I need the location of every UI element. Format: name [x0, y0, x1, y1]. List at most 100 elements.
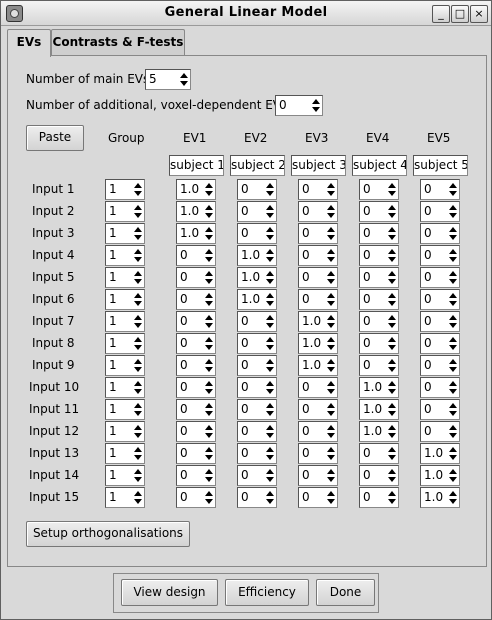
spinner-arrows-icon[interactable]: [448, 291, 458, 308]
ev-value-spinbox[interactable]: 1.0: [359, 421, 399, 442]
spinner-arrows-icon[interactable]: [326, 357, 336, 374]
spinner-arrows-icon[interactable]: [448, 313, 458, 330]
view-design-button[interactable]: View design: [121, 579, 218, 606]
ev-value-spinbox[interactable]: 1.0: [298, 311, 338, 332]
ev-name-field[interactable]: subject 3: [291, 155, 346, 176]
spinner-arrows-icon[interactable]: [133, 313, 143, 330]
group-spinbox[interactable]: 1: [105, 465, 145, 486]
ev-value-spinbox[interactable]: 1.0: [237, 245, 277, 266]
additional-evs-spinbox[interactable]: 0: [275, 95, 323, 116]
spinner-arrows-icon[interactable]: [387, 489, 397, 506]
ev-value-spinbox[interactable]: 0: [237, 179, 277, 200]
spinner-arrows-icon[interactable]: [265, 379, 275, 396]
ev-value-spinbox[interactable]: 0: [359, 355, 399, 376]
spinner-arrows-icon[interactable]: [448, 445, 458, 462]
ev-value-spinbox[interactable]: 0: [176, 421, 216, 442]
spinner-arrows-icon[interactable]: [265, 445, 275, 462]
spinner-arrows-icon[interactable]: [265, 357, 275, 374]
ev-value-spinbox[interactable]: 0: [359, 443, 399, 464]
ev-value-spinbox[interactable]: 1.0: [176, 223, 216, 244]
spinner-arrows-icon[interactable]: [448, 379, 458, 396]
title-bar[interactable]: General Linear Model _ □ ×: [1, 1, 491, 26]
spinner-arrows-icon[interactable]: [326, 489, 336, 506]
spinner-arrows-icon[interactable]: [133, 357, 143, 374]
ev-value-spinbox[interactable]: 0: [298, 223, 338, 244]
spinner-arrows-icon[interactable]: [448, 467, 458, 484]
ev-value-spinbox[interactable]: 0: [237, 311, 277, 332]
spinner-arrows-icon[interactable]: [204, 313, 214, 330]
ev-value-spinbox[interactable]: 0: [298, 465, 338, 486]
ev-value-spinbox[interactable]: 0: [359, 267, 399, 288]
ev-value-spinbox[interactable]: 0: [298, 421, 338, 442]
ev-value-spinbox[interactable]: 0: [237, 223, 277, 244]
spinner-arrows-icon[interactable]: [448, 225, 458, 242]
ev-value-spinbox[interactable]: 0: [298, 289, 338, 310]
ev-value-spinbox[interactable]: 0: [359, 201, 399, 222]
spinner-arrows-icon[interactable]: [133, 445, 143, 462]
spinner-arrows-icon[interactable]: [179, 71, 189, 88]
ev-name-field[interactable]: subject 2: [230, 155, 285, 176]
spinner-arrows-icon[interactable]: [204, 225, 214, 242]
ev-value-spinbox[interactable]: 0: [237, 355, 277, 376]
spinner-arrows-icon[interactable]: [387, 181, 397, 198]
spinner-arrows-icon[interactable]: [133, 203, 143, 220]
ev-name-field[interactable]: subject 4: [352, 155, 407, 176]
spinner-arrows-icon[interactable]: [265, 313, 275, 330]
ev-value-spinbox[interactable]: 0: [176, 333, 216, 354]
spinner-arrows-icon[interactable]: [387, 423, 397, 440]
spinner-arrows-icon[interactable]: [265, 401, 275, 418]
setup-orthogonalisations-button[interactable]: Setup orthogonalisations: [26, 521, 190, 547]
ev-value-spinbox[interactable]: 0: [359, 289, 399, 310]
spinner-arrows-icon[interactable]: [387, 313, 397, 330]
group-spinbox[interactable]: 1: [105, 421, 145, 442]
spinner-arrows-icon[interactable]: [326, 467, 336, 484]
spinner-arrows-icon[interactable]: [326, 291, 336, 308]
ev-value-spinbox[interactable]: 0: [237, 201, 277, 222]
spinner-arrows-icon[interactable]: [204, 269, 214, 286]
ev-value-spinbox[interactable]: 0: [420, 201, 460, 222]
spinner-arrows-icon[interactable]: [204, 291, 214, 308]
spinner-arrows-icon[interactable]: [133, 489, 143, 506]
spinner-arrows-icon[interactable]: [265, 269, 275, 286]
spinner-arrows-icon[interactable]: [133, 401, 143, 418]
spinner-arrows-icon[interactable]: [133, 467, 143, 484]
ev-value-spinbox[interactable]: 1.0: [176, 201, 216, 222]
spinner-arrows-icon[interactable]: [448, 203, 458, 220]
spinner-arrows-icon[interactable]: [387, 357, 397, 374]
spinner-arrows-icon[interactable]: [387, 467, 397, 484]
maximize-icon[interactable]: □: [451, 5, 469, 23]
spinner-arrows-icon[interactable]: [133, 379, 143, 396]
spinner-arrows-icon[interactable]: [387, 379, 397, 396]
spinner-arrows-icon[interactable]: [448, 489, 458, 506]
group-spinbox[interactable]: 1: [105, 245, 145, 266]
spinner-arrows-icon[interactable]: [326, 181, 336, 198]
spinner-arrows-icon[interactable]: [387, 269, 397, 286]
spinner-arrows-icon[interactable]: [204, 445, 214, 462]
group-spinbox[interactable]: 1: [105, 223, 145, 244]
group-spinbox[interactable]: 1: [105, 201, 145, 222]
ev-value-spinbox[interactable]: 0: [298, 487, 338, 508]
ev-value-spinbox[interactable]: 0: [176, 355, 216, 376]
ev-value-spinbox[interactable]: 0: [176, 377, 216, 398]
spinner-arrows-icon[interactable]: [326, 225, 336, 242]
spinner-arrows-icon[interactable]: [326, 423, 336, 440]
spinner-arrows-icon[interactable]: [204, 401, 214, 418]
group-spinbox[interactable]: 1: [105, 399, 145, 420]
group-spinbox[interactable]: 1: [105, 355, 145, 376]
ev-value-spinbox[interactable]: 0: [359, 179, 399, 200]
spinner-arrows-icon[interactable]: [326, 379, 336, 396]
group-spinbox[interactable]: 1: [105, 267, 145, 288]
spinner-arrows-icon[interactable]: [204, 247, 214, 264]
paste-button[interactable]: Paste: [26, 125, 84, 151]
spinner-arrows-icon[interactable]: [133, 181, 143, 198]
spinner-arrows-icon[interactable]: [265, 489, 275, 506]
spinner-arrows-icon[interactable]: [387, 401, 397, 418]
done-button[interactable]: Done: [316, 579, 375, 606]
ev-value-spinbox[interactable]: 0: [237, 465, 277, 486]
ev-value-spinbox[interactable]: 0: [298, 267, 338, 288]
ev-value-spinbox[interactable]: 0: [176, 465, 216, 486]
spinner-arrows-icon[interactable]: [265, 467, 275, 484]
ev-value-spinbox[interactable]: 0: [420, 267, 460, 288]
ev-value-spinbox[interactable]: 0: [237, 377, 277, 398]
ev-value-spinbox[interactable]: 1.0: [420, 443, 460, 464]
